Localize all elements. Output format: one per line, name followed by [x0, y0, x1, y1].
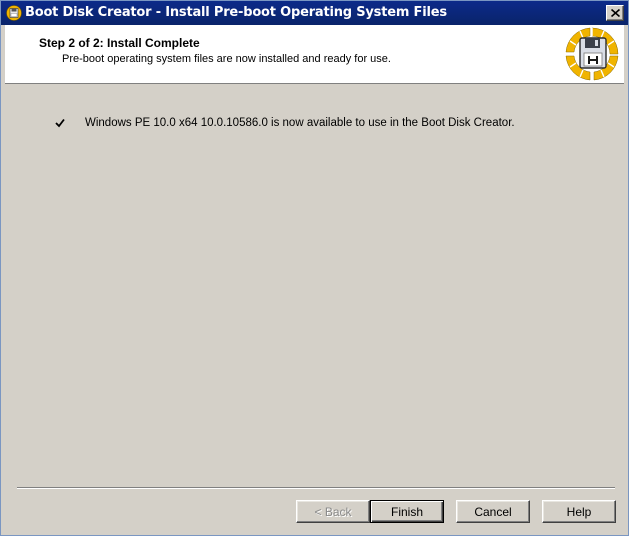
- boot-disk-app-icon: [6, 5, 22, 21]
- floppy-disk-logo-icon: [565, 27, 619, 81]
- cancel-button[interactable]: Cancel: [456, 500, 530, 523]
- close-icon: [611, 9, 620, 17]
- close-button[interactable]: [606, 5, 624, 21]
- back-button[interactable]: < Back: [296, 500, 370, 523]
- window-title: Boot Disk Creator - Install Pre-boot Ope…: [25, 5, 447, 20]
- footer-divider: [17, 487, 615, 489]
- checkmark-icon: [55, 118, 65, 128]
- title-bar[interactable]: Boot Disk Creator - Install Pre-boot Ope…: [1, 1, 628, 25]
- status-message: Windows PE 10.0 x64 10.0.10586.0 is now …: [85, 117, 515, 129]
- wizard-content: Windows PE 10.0 x64 10.0.10586.0 is now …: [5, 85, 624, 487]
- step-subtitle: Pre-boot operating system files are now …: [62, 53, 391, 65]
- help-button[interactable]: Help: [542, 500, 616, 523]
- finish-button[interactable]: Finish: [370, 500, 444, 523]
- step-title: Step 2 of 2: Install Complete: [39, 36, 200, 50]
- wizard-header: Step 2 of 2: Install Complete Pre-boot o…: [5, 25, 624, 84]
- dialog-window: Boot Disk Creator - Install Pre-boot Ope…: [0, 0, 629, 536]
